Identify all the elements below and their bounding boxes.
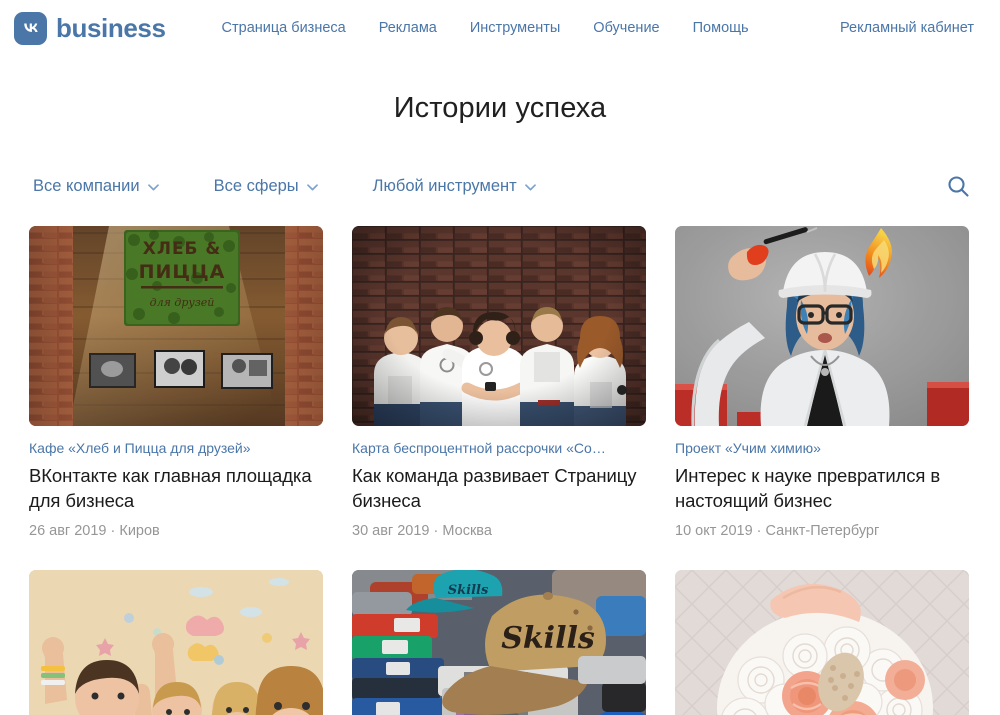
- search-icon: [947, 175, 969, 197]
- story-card[interactable]: [29, 570, 323, 715]
- story-company[interactable]: Проект «Учим химию»: [675, 439, 969, 457]
- story-title[interactable]: Как команда развивает Страницу бизнеса: [352, 463, 646, 513]
- story-title[interactable]: ВКонтакте как главная площадка для бизне…: [29, 463, 323, 513]
- filter-spheres-label: Все сферы: [213, 176, 299, 195]
- search-button[interactable]: [942, 170, 974, 202]
- brand-logo-link[interactable]: business: [14, 11, 166, 45]
- story-image-chemist[interactable]: [675, 226, 969, 426]
- filter-bar: Все компании Все сферы Любой инструмент: [0, 169, 1000, 203]
- story-meta: 10 окт 2019 · Санкт-Петербург: [675, 523, 880, 539]
- story-card[interactable]: Skills IST: [352, 570, 646, 715]
- site-header: business Страница бизнеса Реклама Инстру…: [0, 0, 1000, 56]
- filter-companies-label: Все компании: [33, 176, 140, 195]
- filter-instrument[interactable]: Любой инструмент: [373, 177, 536, 196]
- story-card[interactable]: ХЛЕБ & ПИЦЦА для друзей Кафе «Хлеб и Пиц…: [29, 226, 323, 540]
- filter-instrument-label: Любой инструмент: [372, 176, 517, 195]
- nav-item-training[interactable]: Обучение: [593, 20, 659, 36]
- story-image-bouquet[interactable]: [675, 570, 969, 715]
- vk-logo-icon: [14, 11, 47, 45]
- story-card[interactable]: Карта беспроцентной рассрочки «Со… Как к…: [352, 226, 646, 540]
- header-right: Рекламный кабинет: [840, 20, 974, 36]
- story-card[interactable]: [675, 570, 969, 715]
- chevron-down-icon: [306, 183, 318, 190]
- page-title: Истории успеха: [393, 92, 607, 124]
- story-card[interactable]: Проект «Учим химию» Интерес к науке прев…: [675, 226, 969, 540]
- brand-wordmark: business: [56, 13, 166, 43]
- chevron-down-icon: [147, 183, 159, 190]
- stories-grid: ХЛЕБ & ПИЦЦА для друзей Кафе «Хлеб и Пиц…: [0, 226, 1000, 715]
- nav-item-business-page[interactable]: Страница бизнеса: [222, 20, 346, 36]
- story-image-cafe-interior[interactable]: ХЛЕБ & ПИЦЦА для друзей: [29, 226, 323, 426]
- story-company[interactable]: Кафе «Хлеб и Пицца для друзей»: [29, 439, 323, 457]
- nav-item-tools[interactable]: Инструменты: [470, 20, 560, 36]
- nav-item-help[interactable]: Помощь: [693, 20, 749, 36]
- story-image-children[interactable]: [29, 570, 323, 715]
- filter-spheres[interactable]: Все сферы: [214, 177, 318, 196]
- nav-item-advertising[interactable]: Реклама: [379, 20, 437, 36]
- filter-companies[interactable]: Все компании: [33, 177, 159, 196]
- nav-item-ad-office[interactable]: Рекламный кабинет: [840, 20, 974, 36]
- story-image-team[interactable]: [352, 226, 646, 426]
- story-company[interactable]: Карта беспроцентной рассрочки «Со…: [352, 439, 646, 457]
- story-title[interactable]: Интерес к науке превратился в настоящий …: [675, 463, 969, 513]
- primary-nav: Страница бизнеса Реклама Инструменты Обу…: [222, 20, 749, 36]
- story-meta: 26 авг 2019 · Киров: [29, 523, 160, 539]
- chevron-down-icon: [524, 183, 536, 190]
- story-meta: 30 авг 2019 · Москва: [352, 523, 492, 539]
- story-image-caps[interactable]: Skills IST: [352, 570, 646, 715]
